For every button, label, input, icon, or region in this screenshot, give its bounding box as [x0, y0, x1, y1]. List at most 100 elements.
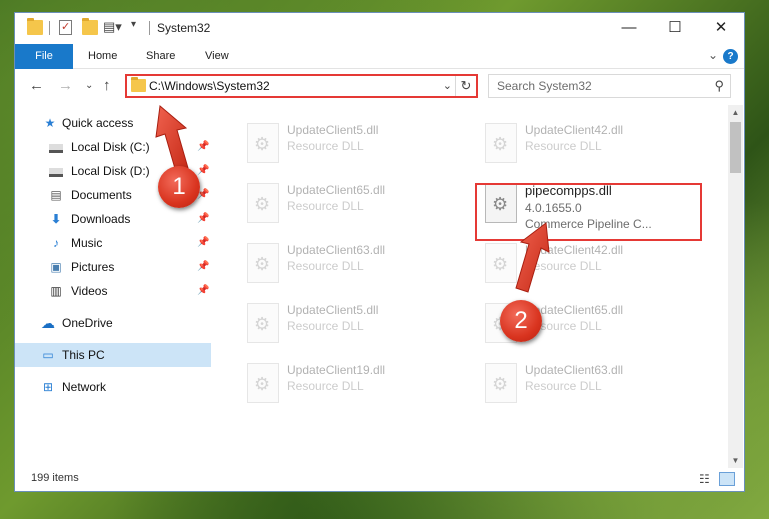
file-type: Resource DLL: [287, 259, 364, 273]
dll-file-icon: [485, 123, 517, 163]
highlight-box: [475, 183, 702, 241]
search-placeholder: Search System32: [497, 79, 592, 93]
dll-file-icon: [247, 123, 279, 163]
sidebar-item-label: Music: [71, 236, 103, 250]
dll-file-icon: [247, 363, 279, 403]
sidebar-item-label: Videos: [71, 284, 108, 298]
file-name: UpdateClient63.dll: [287, 243, 386, 257]
list-item[interactable]: UpdateClient63.dll Resource DLL: [235, 237, 460, 287]
sidebar-item-onedrive[interactable]: ☁ OneDrive: [15, 311, 211, 335]
tab-home[interactable]: Home: [88, 44, 117, 69]
list-item[interactable]: UpdateClient65.dll Resource DLL: [235, 177, 460, 227]
scrollbar-thumb[interactable]: [730, 122, 741, 173]
forward-arrow-icon[interactable]: →: [58, 77, 73, 94]
refresh-icon[interactable]: ↻: [455, 76, 476, 96]
expand-ribbon-icon[interactable]: ⌄: [708, 48, 718, 62]
navigation-bar: ← → ⌄ ↑ C:\Windows\System32 ⌄ ↻ Search S…: [15, 70, 744, 103]
dll-file-icon: [247, 243, 279, 283]
new-folder-icon[interactable]: [82, 18, 98, 35]
sidebar-item-label: Local Disk (D:): [71, 164, 150, 178]
sidebar-item-label: Quick access: [62, 116, 134, 130]
file-list: UpdateClient5.dll Resource DLL UpdateCli…: [225, 105, 725, 465]
list-item[interactable]: UpdateClient42.dll Resource DLL: [473, 237, 698, 287]
vertical-scrollbar[interactable]: ▲ ▼: [728, 105, 743, 468]
videos-icon: ▥: [50, 284, 62, 298]
sidebar-item-videos[interactable]: ▥ Videos 📌: [15, 279, 211, 303]
sidebar-item-label: Pictures: [71, 260, 115, 274]
file-type: Resource DLL: [287, 319, 364, 333]
file-name: UpdateClient19.dll: [287, 363, 386, 377]
sidebar-item-label: This PC: [62, 348, 105, 362]
computer-icon: ▭: [42, 348, 54, 362]
file-name: UpdateClient42.dll: [525, 123, 624, 137]
music-icon: ♪: [53, 236, 59, 250]
up-arrow-icon[interactable]: ↑: [103, 77, 111, 94]
item-count: 199 items: [31, 472, 79, 484]
file-type: Resource DLL: [287, 199, 364, 213]
dll-file-icon: [485, 243, 517, 283]
file-name: UpdateClient5.dll: [287, 123, 379, 137]
divider: [149, 21, 150, 35]
ribbon-tabs: File Home Share View ⌄ ?: [15, 44, 744, 69]
navigation-pane: ★ Quick access Local Disk (C:) 📌 Local D…: [15, 105, 215, 465]
minimize-button[interactable]: —: [606, 13, 652, 44]
close-button[interactable]: ✕: [698, 13, 744, 44]
sidebar-item-this-pc[interactable]: ▭ This PC: [15, 343, 211, 367]
file-type: Resource DLL: [525, 139, 602, 153]
drive-icon: [49, 168, 63, 177]
large-icons-view-icon[interactable]: [719, 472, 735, 486]
scroll-up-icon[interactable]: ▲: [728, 105, 743, 120]
sidebar-item-label: Local Disk (C:): [71, 140, 150, 154]
sidebar-item-network[interactable]: ⊞ Network: [15, 375, 211, 399]
properties-icon[interactable]: [59, 20, 72, 35]
list-item[interactable]: UpdateClient42.dll Resource DLL: [473, 117, 698, 167]
list-item[interactable]: UpdateClient19.dll Resource DLL: [235, 357, 460, 407]
list-item[interactable]: UpdateClient5.dll Resource DLL: [235, 297, 460, 347]
tab-file[interactable]: File: [15, 44, 73, 69]
sidebar-item-pictures[interactable]: ▣ Pictures 📌: [15, 255, 211, 279]
file-type: Resource DLL: [525, 259, 602, 273]
sidebar-item-local-disk-c[interactable]: Local Disk (C:) 📌: [15, 135, 211, 159]
search-icon[interactable]: ⚲: [714, 78, 724, 94]
tab-view[interactable]: View: [205, 44, 229, 69]
divider: [49, 21, 50, 35]
list-item[interactable]: UpdateClient63.dll Resource DLL: [473, 357, 698, 407]
drive-icon: [49, 144, 63, 153]
customize-toolbar-icon[interactable]: ▾: [131, 19, 147, 34]
sidebar-item-music[interactable]: ♪ Music 📌: [15, 231, 211, 255]
scroll-down-icon[interactable]: ▼: [728, 453, 743, 468]
sidebar-item-downloads[interactable]: ⬇ Downloads 📌: [15, 207, 211, 231]
sidebar-item-label: Documents: [71, 188, 132, 202]
view-menu-icon[interactable]: ▤▾: [103, 19, 122, 34]
sidebar-item-quick-access[interactable]: ★ Quick access: [15, 111, 211, 135]
documents-icon: ▤: [50, 188, 62, 202]
address-bar[interactable]: C:\Windows\System32 ⌄ ↻: [125, 74, 478, 98]
back-arrow-icon[interactable]: ←: [29, 77, 44, 94]
downloads-icon: ⬇: [50, 212, 62, 226]
help-icon[interactable]: ?: [723, 49, 738, 64]
file-type: Resource DLL: [287, 379, 364, 393]
file-name: UpdateClient65.dll: [287, 183, 386, 197]
pin-icon: 📌: [197, 141, 210, 152]
network-icon: ⊞: [42, 380, 54, 394]
details-view-icon[interactable]: ☷: [699, 472, 715, 486]
dll-file-icon: [247, 183, 279, 223]
dll-file-icon: [485, 363, 517, 403]
folder-icon: [27, 18, 43, 35]
pin-icon: 📌: [197, 261, 210, 272]
callout-badge-1: 1: [158, 166, 200, 208]
window-title: System32: [157, 21, 211, 35]
tab-share[interactable]: Share: [146, 44, 175, 69]
sidebar-item-label: Downloads: [71, 212, 131, 226]
chevron-down-icon[interactable]: ⌄: [443, 79, 452, 92]
list-item[interactable]: UpdateClient5.dll Resource DLL: [235, 117, 460, 167]
cloud-icon: ☁: [41, 315, 55, 331]
maximize-button[interactable]: ☐: [652, 13, 698, 44]
callout-badge-2: 2: [500, 300, 542, 342]
sidebar-item-label: OneDrive: [62, 316, 113, 330]
recent-locations-icon[interactable]: ⌄: [85, 80, 93, 91]
search-input[interactable]: Search System32 ⚲: [488, 74, 731, 98]
address-path[interactable]: C:\Windows\System32: [149, 79, 270, 93]
file-type: Resource DLL: [287, 139, 364, 153]
star-icon: ★: [44, 116, 56, 130]
